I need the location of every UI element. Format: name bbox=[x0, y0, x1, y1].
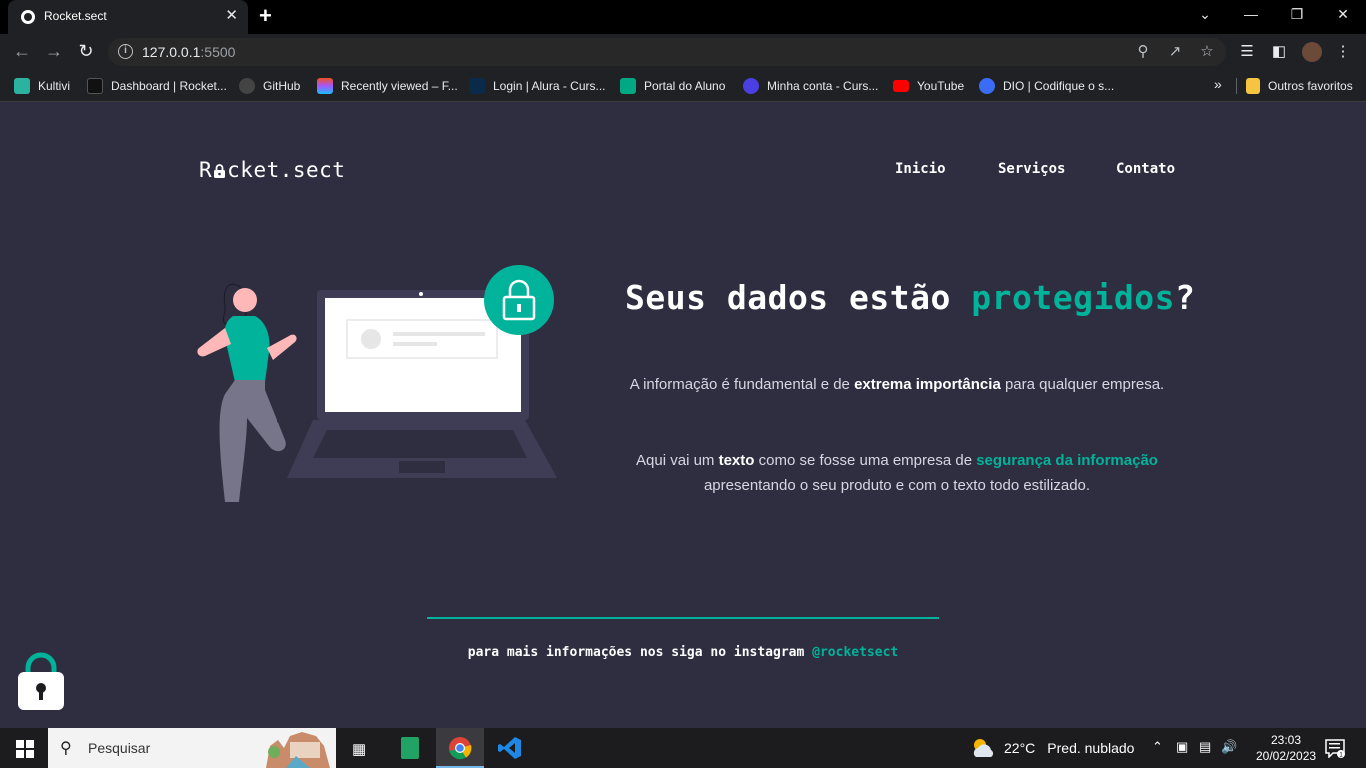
taskbar-search[interactable]: ⚲ Pesquisar bbox=[48, 728, 336, 768]
floating-lock-icon[interactable] bbox=[18, 652, 66, 710]
task-view-icon[interactable]: ▦ bbox=[336, 728, 384, 768]
network-icon[interactable]: ▤ bbox=[1199, 739, 1211, 755]
globe-icon bbox=[21, 10, 35, 24]
site-logo[interactable]: Rcket.sect bbox=[199, 158, 345, 182]
address-bar[interactable]: i 127.0.0.1:5500 ⚲ ↗ ☆ bbox=[108, 38, 1226, 66]
browser-tab[interactable]: Rocket.sect ✕ bbox=[8, 0, 248, 34]
meet-now-icon[interactable]: ▣ bbox=[1176, 739, 1188, 755]
more-bookmarks-icon[interactable]: » bbox=[1214, 76, 1222, 92]
share-icon[interactable]: ↗ bbox=[1165, 42, 1185, 60]
back-icon[interactable]: ← bbox=[11, 41, 33, 61]
bookmark-kultivi[interactable]: Kultivi bbox=[14, 77, 70, 95]
partly-cloudy-icon bbox=[973, 739, 994, 757]
bookmark-dio[interactable]: DIO | Codifique o s... bbox=[979, 77, 1114, 95]
weather-widget[interactable]: 22°C Pred. nublado bbox=[970, 737, 1134, 759]
hero-paragraph-1: A informação é fundamental e de extrema … bbox=[629, 376, 1165, 393]
media-control-icon[interactable]: ☰ bbox=[1237, 42, 1257, 60]
bookmarks-bar: Kultivi Dashboard | Rocket... GitHub Rec… bbox=[0, 70, 1366, 102]
spreadsheet-app-icon[interactable] bbox=[386, 728, 434, 768]
search-highlight-image bbox=[256, 728, 336, 768]
bookmark-dashboard-rocket[interactable]: Dashboard | Rocket... bbox=[87, 77, 227, 95]
footer-text: para mais informações nos siga no instag… bbox=[467, 645, 899, 660]
tab-search-chevron-icon[interactable]: ⌄ bbox=[1195, 6, 1215, 23]
bookmark-github[interactable]: GitHub bbox=[239, 77, 300, 95]
restore-icon[interactable]: ❐ bbox=[1287, 6, 1307, 23]
lock-icon bbox=[214, 164, 226, 178]
bookmark-outros-favoritos[interactable]: Outros favoritos bbox=[1246, 77, 1353, 95]
notifications-icon[interactable]: 1 bbox=[1325, 738, 1345, 758]
hero-paragraph-2: Aqui vai um texto como se fosse uma empr… bbox=[636, 452, 1158, 494]
nav-contato[interactable]: Contato bbox=[1116, 161, 1175, 177]
url-text[interactable]: 127.0.0.1:5500 bbox=[142, 44, 235, 60]
bookmark-youtube[interactable]: YouTube bbox=[893, 77, 964, 95]
menu-kebab-icon[interactable]: ⋮ bbox=[1333, 42, 1353, 60]
volume-icon[interactable]: 🔊 bbox=[1221, 739, 1237, 755]
figma-icon bbox=[317, 78, 333, 94]
search-icon: ⚲ bbox=[60, 740, 72, 757]
chrome-app-icon[interactable] bbox=[436, 728, 484, 768]
tab-title: Rocket.sect bbox=[44, 9, 107, 23]
system-clock[interactable]: 23:03 20/02/2023 bbox=[1256, 732, 1316, 764]
bookmark-star-icon[interactable]: ☆ bbox=[1197, 42, 1217, 60]
vscode-app-icon[interactable] bbox=[486, 728, 534, 768]
new-tab-button[interactable]: + bbox=[259, 5, 272, 27]
footer-divider bbox=[427, 617, 939, 619]
web-page: Rcket.sect Inicio Serviços Contato Seus … bbox=[0, 102, 1366, 728]
portal-aluno-icon bbox=[620, 78, 636, 94]
site-info-icon[interactable]: i bbox=[118, 44, 133, 59]
github-icon bbox=[239, 78, 255, 94]
nav-inicio[interactable]: Inicio bbox=[895, 161, 946, 177]
browser-toolbar: ← → ↻ i 127.0.0.1:5500 ⚲ ↗ ☆ ☰ ◧ ⋮ bbox=[0, 34, 1366, 70]
side-panel-icon[interactable]: ◧ bbox=[1269, 42, 1289, 60]
alura-icon bbox=[469, 78, 485, 94]
windows-taskbar: ⚲ Pesquisar ▦ 22°C Pred. nublado ⌃ ▣ ▤ 🔊… bbox=[0, 728, 1366, 768]
rocketseat-icon bbox=[87, 78, 103, 94]
hero-title: Seus dados estão protegidos? bbox=[625, 278, 1196, 317]
kultivi-icon bbox=[14, 78, 30, 94]
bookmark-portal-do-aluno[interactable]: Portal do Aluno bbox=[620, 77, 725, 95]
show-hidden-icons-icon[interactable]: ⌃ bbox=[1152, 739, 1163, 755]
profile-avatar[interactable] bbox=[1302, 42, 1322, 62]
reload-icon[interactable]: ↻ bbox=[75, 41, 97, 61]
windows-start-icon[interactable] bbox=[16, 740, 34, 758]
folder-icon bbox=[1246, 78, 1260, 94]
instagram-link[interactable]: @rocketsect bbox=[812, 645, 898, 660]
forward-icon[interactable]: → bbox=[43, 41, 65, 61]
bookmark-minha-conta[interactable]: Minha conta - Curs... bbox=[743, 77, 878, 95]
browser-tab-bar: Rocket.sect ✕ + ⌄ — ❐ ✕ bbox=[0, 0, 1366, 34]
bookmarks-separator bbox=[1236, 78, 1237, 94]
dio-icon bbox=[979, 78, 995, 94]
hero-illustration bbox=[197, 265, 557, 517]
minha-conta-icon bbox=[743, 78, 759, 94]
close-window-icon[interactable]: ✕ bbox=[1333, 6, 1353, 23]
minimize-icon[interactable]: — bbox=[1241, 6, 1261, 22]
nav-servicos[interactable]: Serviços bbox=[998, 161, 1065, 177]
zoom-icon[interactable]: ⚲ bbox=[1133, 42, 1153, 60]
bookmark-alura[interactable]: Login | Alura - Curs... bbox=[469, 77, 606, 95]
close-tab-icon[interactable]: ✕ bbox=[225, 8, 238, 24]
bookmark-figma[interactable]: Recently viewed – F... bbox=[317, 77, 458, 95]
youtube-icon bbox=[893, 80, 909, 92]
